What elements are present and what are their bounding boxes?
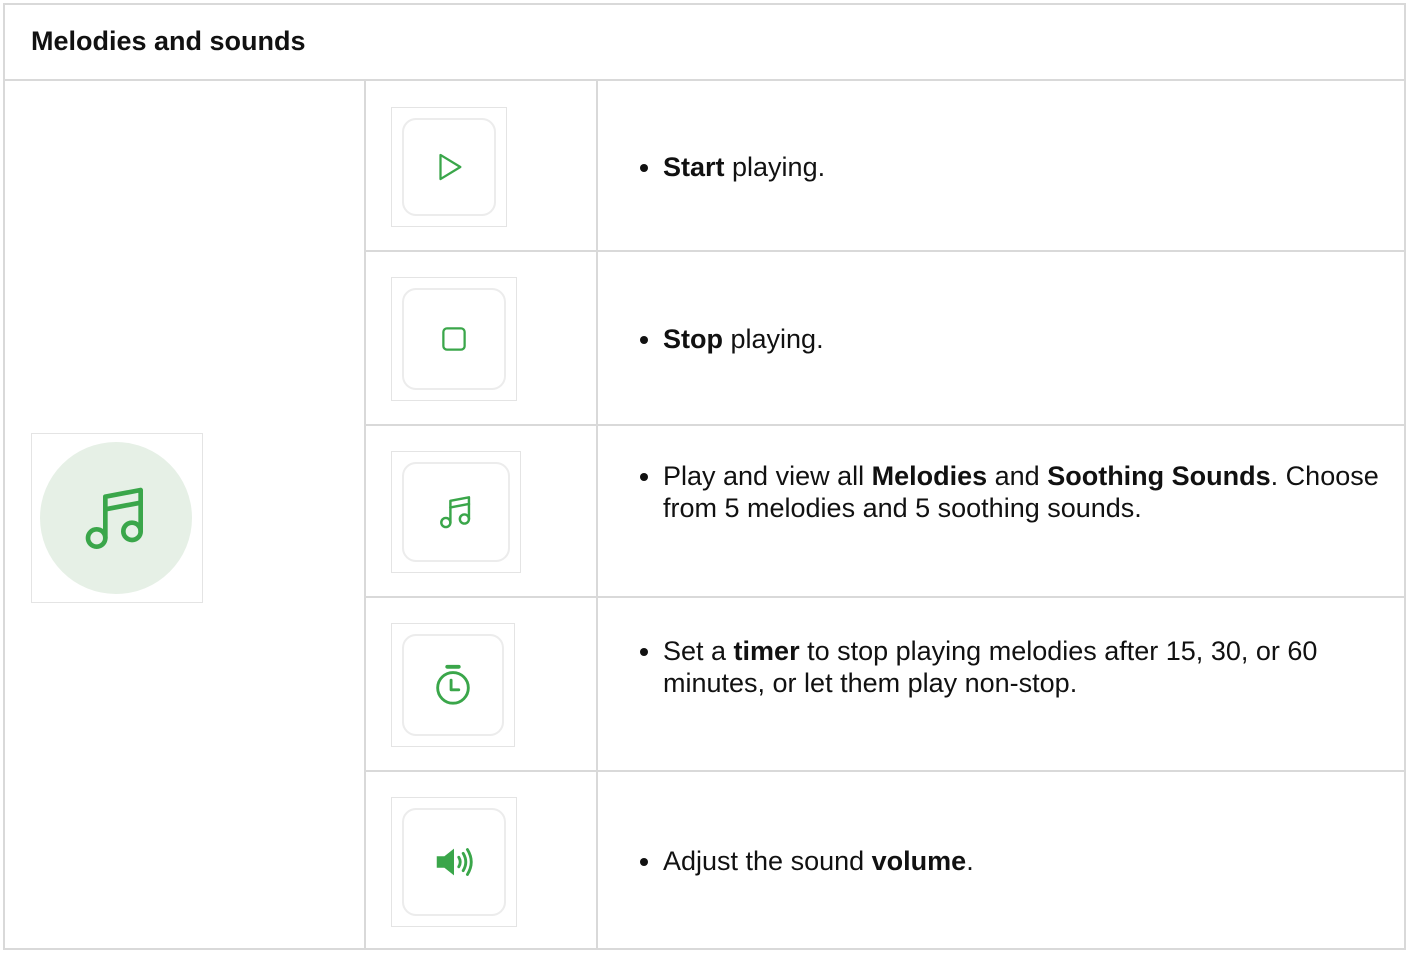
description-text: . bbox=[966, 846, 974, 876]
melodies-button-frame bbox=[391, 451, 521, 573]
row-divider bbox=[366, 770, 1404, 772]
row-description: Stop playing. bbox=[621, 323, 824, 355]
column-divider bbox=[596, 81, 598, 948]
description-text: Set a bbox=[663, 636, 734, 666]
volume-button-frame bbox=[391, 797, 517, 927]
timer-icon bbox=[436, 664, 470, 705]
description-text: playing. bbox=[724, 152, 826, 182]
melodies-feature-icon bbox=[31, 433, 203, 603]
description-item: Adjust the sound volume. bbox=[663, 845, 974, 877]
timer-button[interactable] bbox=[402, 634, 504, 736]
description-item: Stop playing. bbox=[663, 323, 824, 355]
stop-icon bbox=[442, 327, 466, 351]
description-text: Play and view all bbox=[663, 461, 872, 491]
play-button-frame bbox=[391, 107, 507, 227]
column-divider bbox=[364, 81, 366, 948]
description-text: Adjust the sound bbox=[663, 846, 872, 876]
description-keyword: Soothing Sounds bbox=[1047, 461, 1271, 491]
description-item: Start playing. bbox=[663, 151, 825, 183]
play-icon bbox=[439, 153, 462, 181]
row-description: Adjust the sound volume. bbox=[621, 845, 974, 877]
volume-button[interactable] bbox=[402, 808, 506, 916]
music-note-icon bbox=[40, 442, 192, 594]
timer-button-frame bbox=[391, 623, 515, 747]
description-keyword: volume bbox=[871, 846, 967, 876]
table-header: Melodies and sounds bbox=[5, 5, 1404, 81]
description-text: playing. bbox=[723, 324, 824, 354]
description-item: Set a timer to stop playing melodies aft… bbox=[663, 635, 1401, 699]
description-keyword: timer bbox=[733, 636, 800, 666]
play-button[interactable] bbox=[402, 118, 496, 216]
row-description: Play and view all Melodies and Soothing … bbox=[621, 460, 1401, 524]
melodies-button[interactable] bbox=[402, 462, 510, 562]
row-divider bbox=[366, 596, 1404, 598]
row-description: Set a timer to stop playing melodies aft… bbox=[621, 635, 1401, 699]
row-description: Start playing. bbox=[621, 151, 825, 183]
description-text: and bbox=[987, 461, 1048, 491]
description-keyword: Melodies bbox=[871, 461, 988, 491]
description-keyword: Start bbox=[663, 152, 725, 182]
stop-button-frame bbox=[391, 277, 517, 401]
description-item: Play and view all Melodies and Soothing … bbox=[663, 460, 1401, 524]
stop-button[interactable] bbox=[402, 288, 506, 390]
description-keyword: Stop bbox=[663, 324, 723, 354]
melodies-table: Melodies and sounds Start playing. bbox=[3, 3, 1406, 950]
volume-icon bbox=[436, 848, 473, 876]
table-title: Melodies and sounds bbox=[31, 26, 306, 56]
row-divider bbox=[366, 424, 1404, 426]
music-note-icon bbox=[440, 496, 471, 529]
row-divider bbox=[366, 250, 1404, 252]
